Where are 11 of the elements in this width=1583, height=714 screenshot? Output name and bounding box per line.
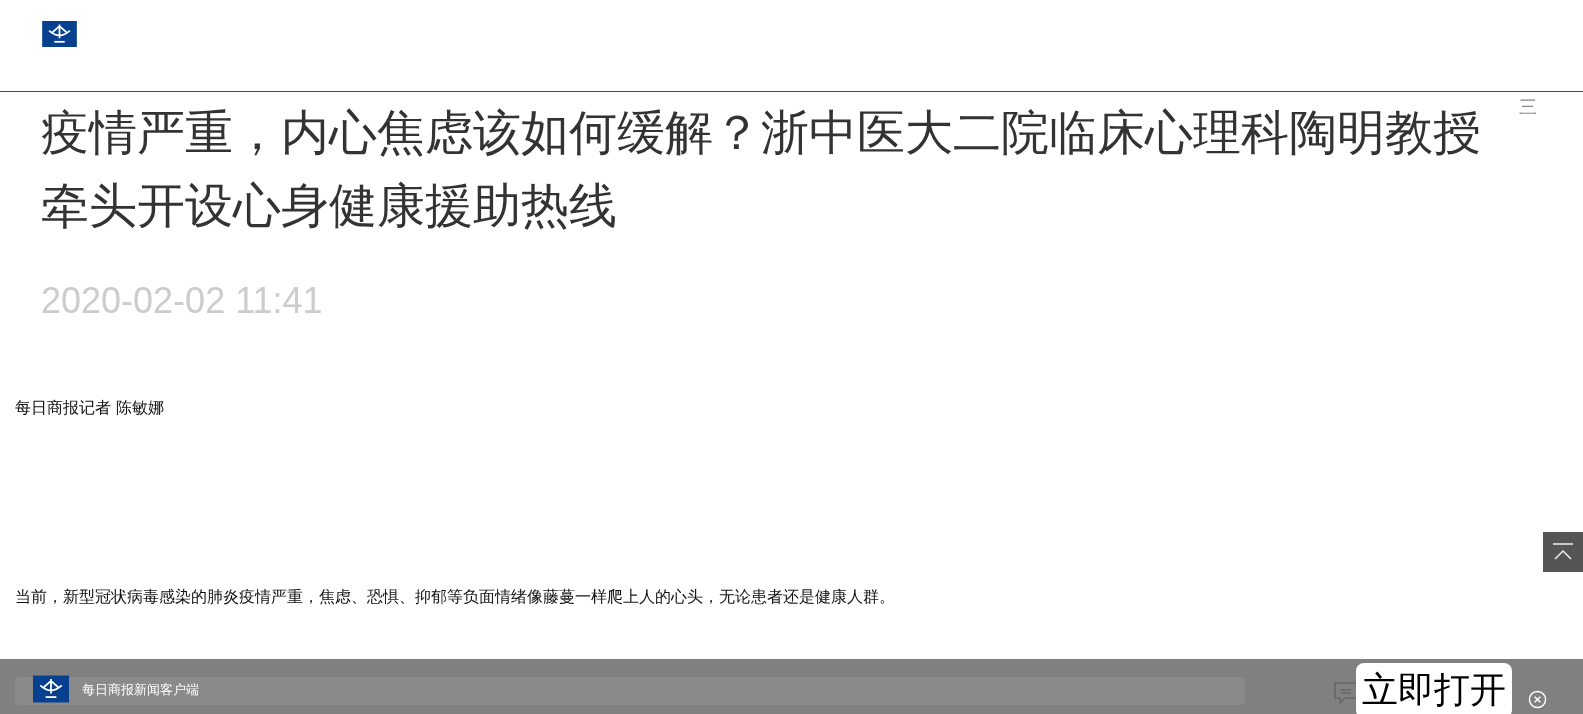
article-paragraph: 当前，新型冠状病毒感染的肺炎疫情严重，焦虑、恐惧、抑郁等负面情绪像藤蔓一样爬上人的心头，无论患者还是健康人群。 — [15, 587, 896, 608]
close-icon[interactable] — [1528, 690, 1547, 709]
arrow-up-icon — [1552, 543, 1574, 561]
back-to-top-button[interactable] — [1543, 532, 1583, 572]
app-name: 每日商报新闻客户端 — [82, 681, 199, 699]
comment-field[interactable] — [15, 677, 1245, 705]
menu-icon[interactable]: 三 — [1519, 96, 1537, 118]
comment-icon[interactable] — [1333, 681, 1359, 705]
article-title: 疫情严重，内心焦虑该如何缓解？浙中医大二院临床心理科陶明教授牵头开设心身健康援助热线 — [41, 103, 1482, 235]
open-app-button[interactable]: 立即打开 — [1356, 663, 1512, 714]
byline: 每日商报记者 陈敏娜 — [15, 398, 166, 419]
